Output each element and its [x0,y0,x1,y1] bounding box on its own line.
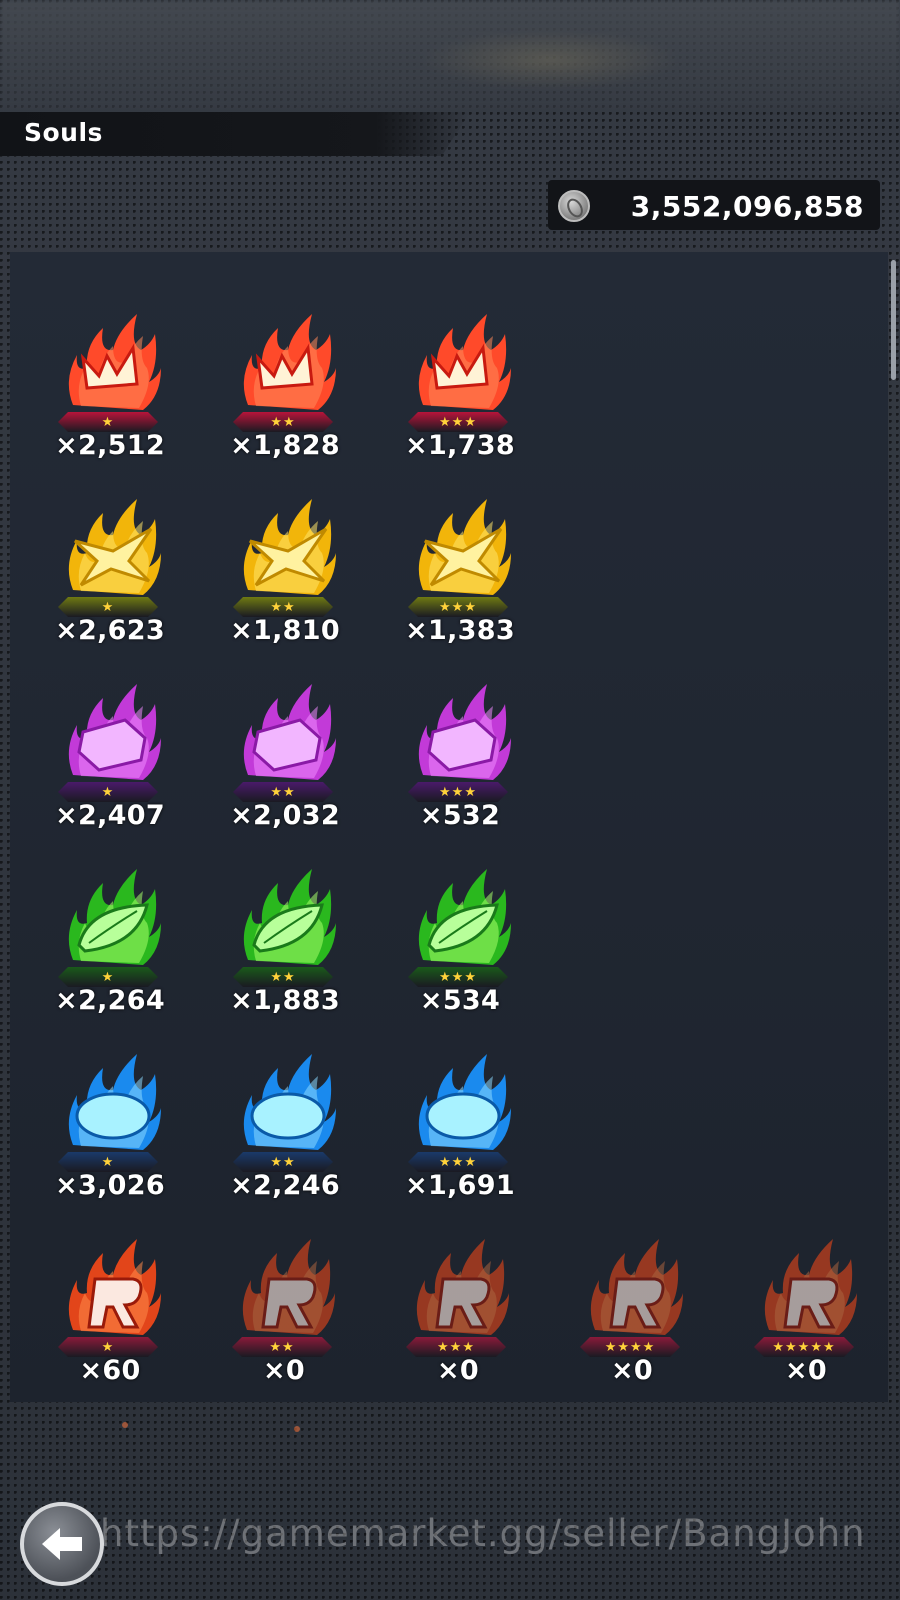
star-rating: ★★ [233,967,333,987]
soul-red-icon [405,310,515,420]
soul-rainbow-icon [751,1235,861,1345]
star-rating: ★ [58,967,158,987]
star-rating: ★★★ [406,1337,506,1357]
soul-item-blue-1[interactable]: ★ ×3,026 [20,1040,195,1225]
soul-count: ×0 [610,1355,653,1386]
soul-count: ×1,828 [230,430,340,461]
star-rating: ★ [58,597,158,617]
soul-yellow-icon [405,495,515,605]
soul-count: ×2,512 [55,430,165,461]
soul-yellow-icon [55,495,165,605]
soul-item-rainbow-1[interactable]: ★ ×60 [20,1225,194,1410]
soul-count: ×3,026 [55,1170,165,1201]
watermark: https://gamemarket.gg/seller/BangJohn [100,1512,866,1555]
soul-item-rainbow-2[interactable]: ★★ ×0 [194,1225,368,1410]
star-rating: ★★ [233,1152,333,1172]
soul-count: ×1,691 [405,1170,515,1201]
soul-item-red-3[interactable]: ★★★ ×1,738 [370,300,545,485]
soul-rainbow-icon [55,1235,165,1345]
star-rating: ★ [58,412,158,432]
soul-blue-icon [230,1050,340,1160]
soul-count: ×60 [79,1355,141,1386]
soul-count: ×0 [436,1355,479,1386]
arrow-left-icon [42,1528,82,1560]
soul-count: ×2,032 [230,800,340,831]
soul-red-icon [230,310,340,420]
soul-item-rainbow-3[interactable]: ★★★ ×0 [368,1225,542,1410]
soul-yellow-icon [230,495,340,605]
soul-item-green-3[interactable]: ★★★ ×534 [370,855,545,1040]
soul-green-icon [55,865,165,975]
star-rating: ★★★★★ [754,1337,854,1357]
soul-row-rainbow: ★ ×60 ★★ ×0 ★★★ ×0 ★★★★ ×0 ★★★★★ ×0 [20,1225,890,1410]
star-rating: ★ [58,782,158,802]
soul-red-icon [55,310,165,420]
soul-item-blue-3[interactable]: ★★★ ×1,691 [370,1040,545,1225]
soul-count: ×1,383 [405,615,515,646]
soul-item-red-1[interactable]: ★ ×2,512 [20,300,195,485]
soul-green-icon [405,865,515,975]
star-rating: ★★★ [408,1152,508,1172]
star-rating: ★★ [232,1337,332,1357]
soul-blue-icon [55,1050,165,1160]
star-rating: ★★ [233,412,333,432]
soul-count: ×532 [419,800,501,831]
soul-count: ×2,407 [55,800,165,831]
back-button[interactable] [20,1502,104,1586]
soul-count: ×1,738 [405,430,515,461]
soul-purple-icon [405,680,515,790]
soul-item-rainbow-5[interactable]: ★★★★★ ×0 [716,1225,890,1410]
soul-green-icon [230,865,340,975]
star-rating: ★★★★ [580,1337,680,1357]
soul-count: ×0 [262,1355,305,1386]
soul-rainbow-icon [577,1235,687,1345]
star-rating: ★★★ [408,782,508,802]
spark-particles [118,1420,318,1440]
soul-count: ×1,810 [230,615,340,646]
soul-item-yellow-2[interactable]: ★★ ×1,810 [195,485,370,670]
coin-icon [558,190,590,222]
star-rating: ★★ [233,782,333,802]
scrollbar[interactable] [891,260,896,380]
soul-row-purple: ★ ×2,407 ★★ ×2,032 ★★★ ×532 [20,670,890,855]
star-rating: ★★ [233,597,333,617]
currency-display: 3,552,096,858 [548,180,880,230]
star-rating: ★★★ [408,597,508,617]
soul-row-red: ★ ×2,512 ★★ ×1,828 ★★★ ×1,738 [20,300,890,485]
soul-purple-icon [230,680,340,790]
soul-item-yellow-1[interactable]: ★ ×2,623 [20,485,195,670]
soul-count: ×1,883 [230,985,340,1016]
soul-rainbow-icon [403,1235,513,1345]
star-rating: ★ [58,1337,158,1357]
soul-blue-icon [405,1050,515,1160]
star-rating: ★★★ [408,967,508,987]
page-title: Souls [24,118,103,147]
soul-item-red-2[interactable]: ★★ ×1,828 [195,300,370,485]
soul-count: ×2,623 [55,615,165,646]
soul-purple-icon [55,680,165,790]
soul-row-yellow: ★ ×2,623 ★★ ×1,810 ★★★ ×1,383 [20,485,890,670]
soul-item-purple-1[interactable]: ★ ×2,407 [20,670,195,855]
soul-rainbow-icon [229,1235,339,1345]
soul-count: ×0 [784,1355,827,1386]
soul-item-rainbow-4[interactable]: ★★★★ ×0 [542,1225,716,1410]
star-rating: ★★★ [408,412,508,432]
soul-count: ×534 [419,985,501,1016]
soul-row-blue: ★ ×3,026 ★★ ×2,246 ★★★ ×1,691 [20,1040,890,1225]
soul-item-yellow-3[interactable]: ★★★ ×1,383 [370,485,545,670]
soul-count: ×2,264 [55,985,165,1016]
soul-row-green: ★ ×2,264 ★★ ×1,883 ★★★ ×534 [20,855,890,1040]
soul-item-green-1[interactable]: ★ ×2,264 [20,855,195,1040]
top-background [0,0,900,110]
star-rating: ★ [58,1152,158,1172]
soul-item-purple-3[interactable]: ★★★ ×532 [370,670,545,855]
soul-item-purple-2[interactable]: ★★ ×2,032 [195,670,370,855]
soul-count: ×2,246 [230,1170,340,1201]
souls-grid: ★ ×2,512 ★★ ×1,828 ★★★ ×1,738 ★ ×2,623 ★★ ×1,810 ★… [20,300,890,1410]
currency-value: 3,552,096,858 [630,190,864,223]
soul-item-blue-2[interactable]: ★★ ×2,246 [195,1040,370,1225]
soul-item-green-2[interactable]: ★★ ×1,883 [195,855,370,1040]
